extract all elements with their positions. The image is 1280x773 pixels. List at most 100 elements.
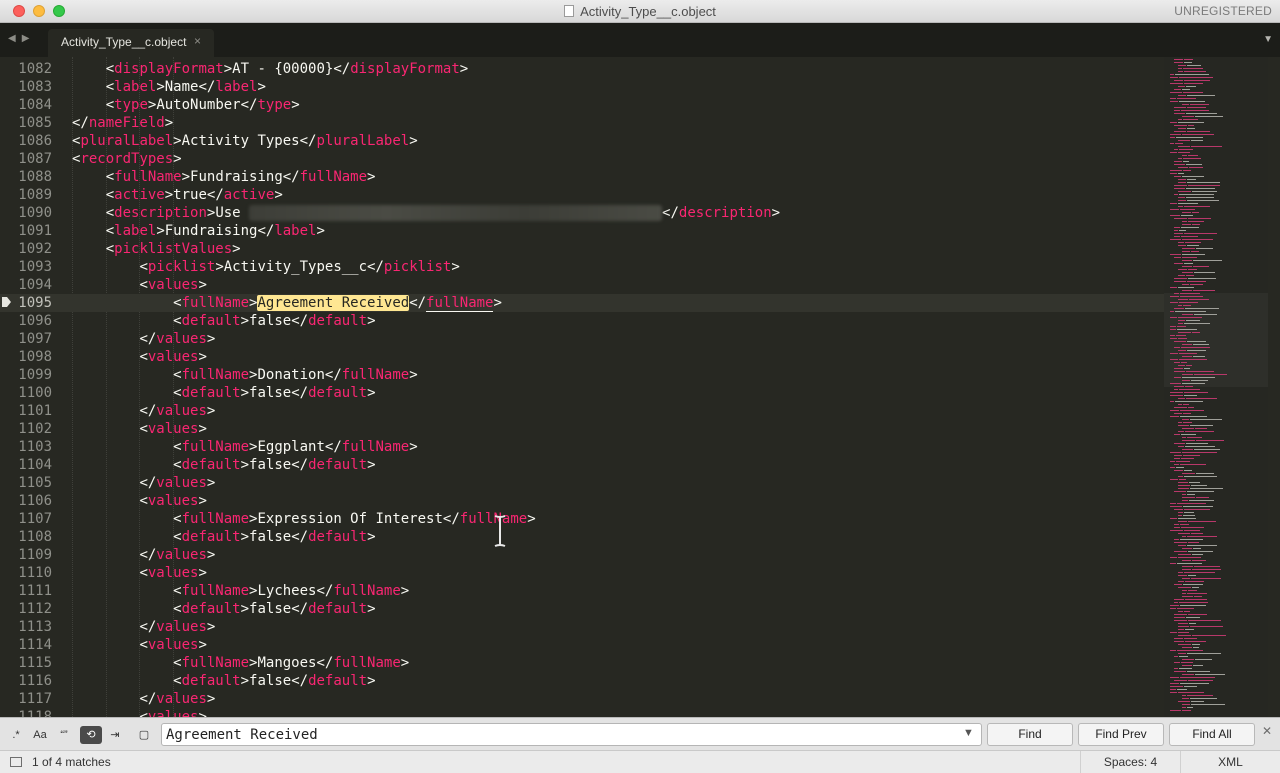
bracket: </ bbox=[206, 187, 224, 203]
code-line[interactable]: 1110 <values> bbox=[0, 564, 1170, 582]
in-selection-toggle[interactable]: ⇥ bbox=[104, 726, 126, 744]
toggle-panel-icon[interactable] bbox=[10, 757, 22, 767]
code-line[interactable]: 1107 <fullName>Expression Of Interest</fu… bbox=[0, 510, 1170, 528]
code-line[interactable]: 1116 <default>false</default> bbox=[0, 672, 1170, 690]
minimap-line bbox=[1177, 326, 1186, 327]
highlight-matches-toggle[interactable]: ▢ bbox=[133, 726, 155, 744]
code-line[interactable]: 1088 <fullName>Fundraising</fullName> bbox=[0, 168, 1170, 186]
code-line[interactable]: 1098 <values> bbox=[0, 348, 1170, 366]
bracket: > bbox=[459, 61, 469, 77]
code-line[interactable]: 1082 <displayFormat>AT - {00000}</display… bbox=[0, 60, 1170, 78]
minimap-line bbox=[1190, 425, 1213, 426]
find-prev-button[interactable]: Find Prev bbox=[1078, 723, 1164, 746]
tab-nav-arrows[interactable]: ◀▶ bbox=[8, 33, 35, 44]
code-line[interactable]: 1117 </values> bbox=[0, 690, 1170, 708]
minimap-line bbox=[1174, 389, 1178, 390]
tab-activity-type-object[interactable]: Activity_Type__c.object × bbox=[48, 29, 214, 57]
minimap-line bbox=[1178, 242, 1184, 243]
minimap-line bbox=[1170, 683, 1179, 684]
tab-close-icon[interactable]: × bbox=[194, 34, 201, 48]
minimap-line bbox=[1182, 428, 1194, 429]
code-line[interactable]: 1090<description>Use this to create a Fu… bbox=[0, 204, 1170, 222]
syntax-selector[interactable]: XML bbox=[1180, 751, 1280, 773]
find-panel: .* Aa “” ⟲ ⇥ ▢ Agreement Received ▼ Find Find… bbox=[0, 717, 1280, 750]
code-line[interactable]: 1111 <fullName>Lychees</fullName> bbox=[0, 582, 1170, 600]
bracket: > bbox=[367, 457, 376, 473]
code-editor[interactable]: 1082 <displayFormat>AT - {00000}</display… bbox=[0, 57, 1280, 717]
code-line[interactable]: 1093 <picklist>Activity_Types__c</picklis… bbox=[0, 258, 1170, 276]
minimap-line bbox=[1177, 563, 1202, 564]
code-line[interactable]: 1099 <fullName>Donation</fullName> bbox=[0, 366, 1170, 384]
code-line[interactable]: 1084 <type>AutoNumber</type> bbox=[0, 96, 1170, 114]
code-line[interactable]: 1104 <default>false</default> bbox=[0, 456, 1170, 474]
minimap-line bbox=[1178, 587, 1191, 588]
find-all-button[interactable]: Find All bbox=[1169, 723, 1255, 746]
code-line[interactable]: 1096 <default>false</default> bbox=[0, 312, 1170, 330]
code-line[interactable]: 1091 <label>Fundraising</label> bbox=[0, 222, 1170, 240]
code-line[interactable]: 1108 <default>false</default> bbox=[0, 528, 1170, 546]
tab-overflow-menu-icon[interactable]: ▼ bbox=[1263, 34, 1273, 45]
code-line[interactable]: 1097 </values> bbox=[0, 330, 1170, 348]
code-line[interactable]: 1094 <values> bbox=[0, 276, 1170, 294]
minimap-line bbox=[1192, 224, 1200, 225]
code-line[interactable]: 1089 <active>true</active> bbox=[0, 186, 1170, 204]
minimap-line bbox=[1190, 626, 1223, 627]
minimap-line bbox=[1170, 335, 1175, 336]
minimap-line bbox=[1170, 338, 1177, 339]
minimap-line bbox=[1181, 215, 1193, 216]
text-content: false bbox=[249, 601, 292, 617]
minimap-line bbox=[1185, 446, 1215, 447]
code-line[interactable]: 1106 <values> bbox=[0, 492, 1170, 510]
code-line[interactable]: 1086 <pluralLabel>Activity Types</pluralL… bbox=[0, 132, 1170, 150]
minimap-line bbox=[1187, 695, 1213, 696]
code-line[interactable]: 1092 <picklistValues> bbox=[0, 240, 1170, 258]
code-text: <displayFormat>AT - {00000}</displayForm… bbox=[106, 60, 468, 78]
code-line[interactable]: 1115 <fullName>Mangoes</fullName> bbox=[0, 654, 1170, 672]
code-line[interactable]: 1102 <values> bbox=[0, 420, 1170, 438]
minimap[interactable] bbox=[1164, 57, 1268, 717]
wrap-toggle[interactable]: ⟲ bbox=[80, 726, 102, 744]
minimap-line bbox=[1178, 518, 1196, 519]
code-line[interactable]: 1085 </nameField> bbox=[0, 114, 1170, 132]
code-line[interactable]: 1101 </values> bbox=[0, 402, 1170, 420]
code-line[interactable]: 1113 </values> bbox=[0, 618, 1170, 636]
code-line[interactable]: 1103 <fullName>Eggplant</fullName> bbox=[0, 438, 1170, 456]
tag-name: values bbox=[147, 277, 199, 293]
code-line[interactable]: 1105 </values> bbox=[0, 474, 1170, 492]
bracket: </ bbox=[282, 169, 300, 185]
minimap-line bbox=[1178, 632, 1189, 633]
code-text: <values> bbox=[139, 708, 206, 717]
code-line[interactable]: 1100 <default>false</default> bbox=[0, 384, 1170, 402]
code-line[interactable]: 1118 <values> bbox=[0, 708, 1170, 717]
minimap-line bbox=[1178, 323, 1183, 324]
minimap-line bbox=[1170, 452, 1181, 453]
code-line[interactable]: 1083 <label>Name</label> bbox=[0, 78, 1170, 96]
close-find-panel-icon[interactable]: ✕ bbox=[1262, 724, 1272, 738]
code-line[interactable]: 1114 <values> bbox=[0, 636, 1170, 654]
find-input[interactable]: Agreement Received bbox=[161, 723, 982, 746]
find-match-highlight: Agreement Received bbox=[257, 295, 410, 311]
minimap-line bbox=[1174, 458, 1180, 459]
find-history-dropdown-icon[interactable]: ▼ bbox=[963, 727, 974, 739]
minimap-line bbox=[1174, 455, 1182, 456]
minimap-line bbox=[1184, 512, 1194, 513]
line-number: 1118 bbox=[18, 709, 52, 717]
line-number: 1108 bbox=[18, 529, 52, 545]
next-tab-icon[interactable]: ▶ bbox=[22, 33, 36, 44]
code-line[interactable]: 1095 <fullName>Agreement Received</fullNa… bbox=[0, 294, 1170, 312]
code-line[interactable]: 1087 <recordTypes> bbox=[0, 150, 1170, 168]
line-number: 1111 bbox=[18, 583, 52, 599]
previous-tab-icon[interactable]: ◀ bbox=[8, 33, 22, 44]
find-button[interactable]: Find bbox=[987, 723, 1073, 746]
whole-word-toggle[interactable]: “” bbox=[53, 726, 75, 744]
regex-toggle[interactable]: .* bbox=[5, 726, 27, 744]
minimap-line bbox=[1182, 377, 1215, 378]
minimap-line bbox=[1193, 290, 1215, 291]
code-line[interactable]: 1109 </values> bbox=[0, 546, 1170, 564]
case-sensitive-toggle[interactable]: Aa bbox=[29, 726, 51, 744]
minimap-line bbox=[1182, 104, 1189, 105]
minimap-line bbox=[1177, 608, 1194, 609]
code-line[interactable]: 1112 <default>false</default> bbox=[0, 600, 1170, 618]
minimap-line bbox=[1174, 80, 1183, 81]
indentation-selector[interactable]: Spaces: 4 bbox=[1080, 751, 1180, 773]
